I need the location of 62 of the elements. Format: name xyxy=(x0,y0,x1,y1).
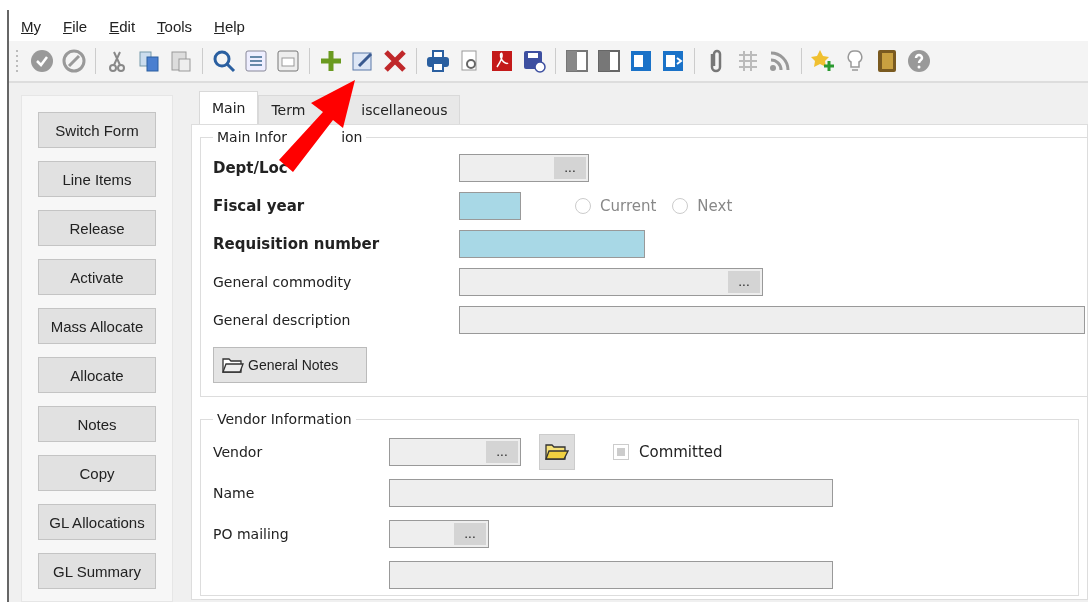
input-field[interactable] xyxy=(459,230,645,258)
folder-button[interactable] xyxy=(539,433,575,470)
field-label: Fiscal year xyxy=(213,197,306,215)
input-field[interactable]: ... xyxy=(389,519,489,548)
radio-label: Next xyxy=(697,197,733,215)
side-button[interactable]: Mass Allocate xyxy=(38,308,156,344)
tab[interactable]: Main xyxy=(199,91,259,124)
star-plus-icon[interactable] xyxy=(810,48,836,74)
pdf-icon[interactable] xyxy=(489,48,515,74)
group-title: Main Infor xyxy=(217,129,288,145)
copy-icon[interactable] xyxy=(136,48,162,74)
browse-button[interactable]: ... xyxy=(486,440,518,463)
menu-item[interactable]: Tools xyxy=(157,18,193,35)
browse-button[interactable]: ... xyxy=(554,157,586,179)
side-button[interactable]: Line Items xyxy=(38,161,156,197)
check-circle-icon[interactable] xyxy=(29,48,55,74)
input-field[interactable]: ... xyxy=(389,437,521,466)
side-button[interactable]: GL Allocations xyxy=(38,504,156,540)
help-icon[interactable] xyxy=(906,48,932,74)
field-label: General description xyxy=(213,312,352,328)
side-button[interactable]: Copy xyxy=(38,455,156,491)
field-label: Dept/Loc xyxy=(213,159,289,177)
list-icon[interactable] xyxy=(243,48,269,74)
field-label: Requisition number xyxy=(213,235,381,253)
input-field[interactable] xyxy=(389,560,833,589)
search-icon[interactable] xyxy=(211,48,237,74)
menu-item[interactable]: Help xyxy=(214,18,245,35)
browse-button[interactable]: ... xyxy=(728,271,760,293)
checkbox-label: Committed xyxy=(639,442,723,461)
menu-item[interactable]: My xyxy=(21,18,41,35)
menu-item[interactable]: Edit xyxy=(109,18,136,35)
side-button[interactable]: Release xyxy=(38,210,156,246)
plus-icon[interactable] xyxy=(318,48,344,74)
field-label: PO mailing xyxy=(213,525,290,542)
notes-button[interactable]: General Notes xyxy=(213,347,368,383)
side-button[interactable]: Notes xyxy=(38,406,156,442)
folder-icon xyxy=(222,356,244,374)
printer-icon[interactable] xyxy=(425,48,451,74)
checkbox[interactable] xyxy=(613,443,629,460)
form-icon[interactable] xyxy=(275,48,301,74)
side-button[interactable]: GL Summary xyxy=(38,553,156,589)
radio-label: Current xyxy=(600,197,657,215)
paste-icon[interactable] xyxy=(168,48,194,74)
input-field[interactable] xyxy=(459,192,521,220)
toolbar-grip-icon xyxy=(15,48,19,74)
group-title: Vendor Information xyxy=(217,411,352,427)
browse-button[interactable]: ... xyxy=(454,522,486,545)
field-label: General commodity xyxy=(213,274,353,290)
save-icon[interactable] xyxy=(521,48,547,74)
folder-icon xyxy=(545,441,569,462)
side-button[interactable]: Allocate xyxy=(38,357,156,393)
input-field[interactable] xyxy=(389,478,833,507)
close-icon[interactable] xyxy=(382,48,408,74)
field-label: Vendor xyxy=(213,443,264,460)
input-field[interactable] xyxy=(459,306,1085,334)
side-button[interactable]: Switch Form xyxy=(38,112,156,148)
cancel-circle-icon[interactable] xyxy=(61,48,87,74)
input-field[interactable]: ... xyxy=(459,268,763,296)
side-button[interactable]: Activate xyxy=(38,259,156,295)
field-label: Name xyxy=(213,484,256,501)
menu-item[interactable]: File xyxy=(63,18,88,35)
input-field[interactable]: ... xyxy=(459,154,589,182)
